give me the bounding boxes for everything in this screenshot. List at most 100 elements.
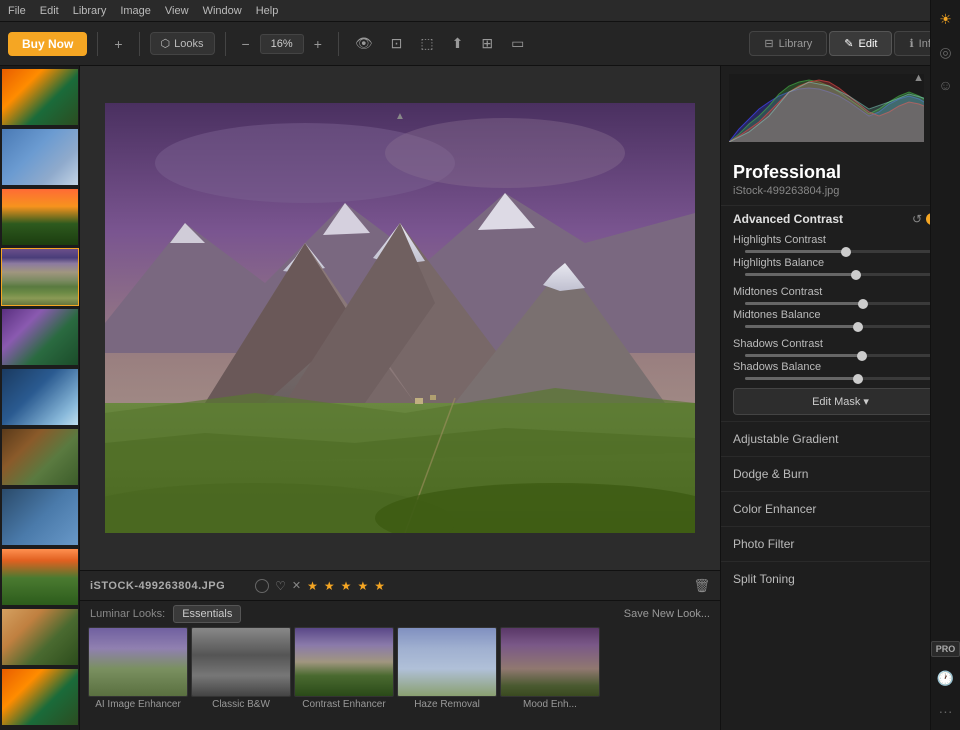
export-button[interactable]: ⬆ [446,31,470,56]
look-name-bw: Classic B&W [191,699,291,710]
looks-button[interactable]: ⬡ Looks [150,32,215,55]
film-item[interactable] [1,368,79,426]
film-item[interactable] [1,548,79,606]
film-item-active[interactable] [1,248,79,306]
toolbar-divider-4 [338,32,339,56]
face-icon[interactable]: ☺ [935,74,955,96]
highlights-contrast-label: Highlights Contrast [733,234,924,246]
film-item[interactable] [1,488,79,546]
shadows-contrast-row: Shadows Contrast 11 [721,336,960,352]
menu-library[interactable]: Library [73,5,107,17]
history-icon[interactable]: 🕐 [934,667,957,690]
toolbar-divider-3 [225,32,226,56]
adjustable-gradient-item[interactable]: Adjustable Gradient [721,421,960,456]
main-canvas[interactable]: ▲ [80,66,720,570]
shadows-contrast-label: Shadows Contrast [733,338,924,350]
shadows-contrast-slider-row [721,352,960,359]
reset-button[interactable]: ↺ [912,212,922,226]
circle-select-button[interactable] [255,579,269,593]
film-item[interactable] [1,608,79,666]
reject-button[interactable]: ✕ [292,579,301,592]
zoom-value: 16% [260,34,304,54]
pro-badge: PRO [931,641,960,657]
midtones-contrast-label: Midtones Contrast [733,286,924,298]
shadows-balance-slider[interactable] [745,377,936,380]
highlights-contrast-slider[interactable] [745,250,936,253]
menu-edit[interactable]: Edit [40,5,59,17]
advanced-contrast-section: Advanced Contrast ↺ Highlights Contrast … [721,205,960,421]
dodge-burn-item[interactable]: Dodge & Burn [721,456,960,491]
zoom-minus-button[interactable]: − [236,32,256,56]
advanced-contrast-header[interactable]: Advanced Contrast ↺ [721,206,960,232]
menu-file[interactable]: File [8,5,26,17]
menu-help[interactable]: Help [256,5,279,17]
edit-mask-button[interactable]: Edit Mask ▾ [733,388,948,415]
compare-button[interactable]: ⊡ [385,31,409,56]
more-options-icon[interactable]: ··· [936,700,956,722]
toolbar-divider-1 [97,32,98,56]
tab-edit[interactable]: ✎ Edit [829,31,892,56]
toolbar: Buy Now + ⬡ Looks − 16% + 👁 ⊡ ⬚ ⬆ ⊞ ▭ ⊟ … [0,22,960,66]
looks-bar: Luminar Looks: Essentials Save New Look.… [80,600,720,730]
grid-button[interactable]: ⊞ [475,31,499,56]
tab-library[interactable]: ⊟ Library [749,31,827,56]
looks-icon: ⬡ [161,37,171,50]
side-icons: ☀ ◎ ☺ PRO 🕐 ··· [930,0,960,730]
menu-image[interactable]: Image [120,5,151,17]
menu-window[interactable]: Window [203,5,242,17]
color-wheel-icon[interactable]: ◎ [936,41,954,64]
right-panel: ▲ ⊞ ⊟ Professional iStock-499263804.jpg … [720,66,960,730]
delete-button[interactable]: 🗑 [693,578,710,594]
panel-title: Professional [721,156,960,185]
star-5[interactable]: ★ [374,579,385,593]
star-1[interactable]: ★ [307,579,318,593]
star-4[interactable]: ★ [357,579,368,593]
crop-button[interactable]: ⬚ [414,31,439,56]
star-3[interactable]: ★ [341,579,352,593]
menu-view[interactable]: View [165,5,189,17]
menubar: File Edit Library Image View Window Help [0,0,960,22]
look-name-haze: Haze Removal [397,699,497,710]
film-item[interactable] [1,68,79,126]
film-item[interactable] [1,128,79,186]
look-item-bw[interactable]: Classic B&W [191,627,291,710]
main-image[interactable]: ▲ [105,103,695,533]
midtones-balance-row: Midtones Balance 9 [721,307,960,323]
film-item[interactable] [1,428,79,486]
film-item[interactable] [1,308,79,366]
look-item-haze[interactable]: Haze Removal [397,627,497,710]
look-name-ai: AI Image Enhancer [88,699,188,710]
histogram-area: ▲ ⊞ ⊟ [721,66,960,156]
looks-category-button[interactable]: Essentials [173,605,241,623]
advanced-contrast-title: Advanced Contrast [733,212,912,226]
film-item[interactable] [1,668,79,726]
panel-filename: iStock-499263804.jpg [721,185,960,205]
split-toning-item[interactable]: Split Toning [721,561,960,596]
heart-button[interactable]: ♡ [275,579,286,593]
look-item-ai[interactable]: AI Image Enhancer [88,627,188,710]
midtones-contrast-slider[interactable] [745,302,936,305]
add-button[interactable]: + [108,32,128,56]
highlights-balance-label: Highlights Balance [733,257,924,269]
highlights-balance-slider[interactable] [745,273,936,276]
canvas-area: ▲ iSTOCK-499263804.JPG ♡ ✕ ★ ★ ★ ★ ★ 🗑 L… [80,66,720,730]
zoom-plus-button[interactable]: + [308,32,328,56]
film-item[interactable] [1,188,79,246]
histogram-triangle-left: ▲ [913,72,924,84]
photo-filter-item[interactable]: Photo Filter [721,526,960,561]
midtones-balance-slider[interactable] [745,325,936,328]
star-2[interactable]: ★ [324,579,335,593]
adjustments-icon[interactable]: ☀ [936,8,955,31]
color-enhancer-item[interactable]: Color Enhancer [721,491,960,526]
midtones-balance-slider-row [721,323,960,330]
look-item-contrast[interactable]: Contrast Enhancer [294,627,394,710]
fit-button[interactable]: ▭ [505,31,530,56]
buy-now-button[interactable]: Buy Now [8,32,87,56]
preview-button[interactable]: 👁 [349,31,379,56]
looks-label: Luminar Looks: [90,608,165,620]
highlights-contrast-slider-row [721,248,960,255]
shadows-contrast-slider[interactable] [745,354,936,357]
look-item-mood[interactable]: Mood Enh... [500,627,600,710]
filmstrip [0,66,80,730]
save-look-button[interactable]: Save New Look... [624,608,710,620]
